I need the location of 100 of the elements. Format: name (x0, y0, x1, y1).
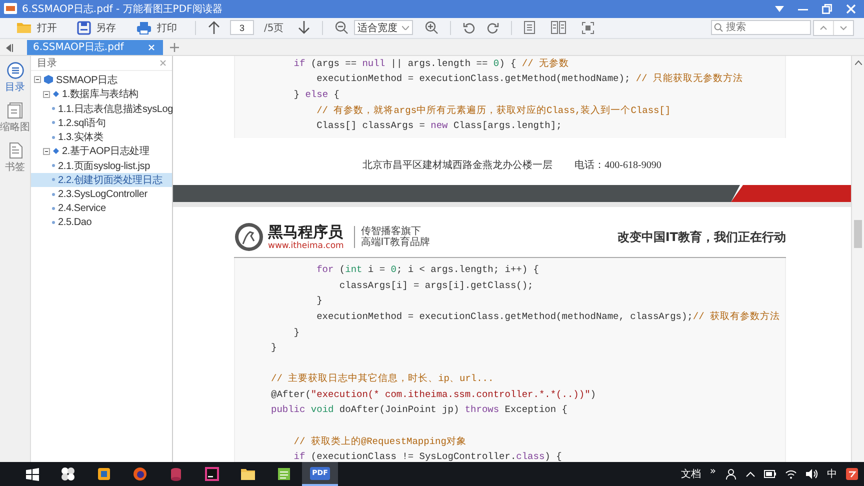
brand-name: 黑马程序员 (268, 224, 344, 241)
toc-heading[interactable]: SSMAOP日志 (34, 72, 118, 87)
toc-item[interactable]: 1.3.实体类 (52, 130, 104, 144)
fox-icon[interactable] (133, 467, 147, 481)
ide-icon[interactable] (205, 467, 219, 481)
app-logo-icon (4, 3, 17, 14)
collapse-panel-icon[interactable] (6, 44, 13, 52)
page-total: /5页 (264, 22, 284, 35)
footer-address: 北京市昌平区建材城西路金燕龙办公楼一层 (362, 158, 553, 172)
chevron-up-icon[interactable] (746, 471, 755, 477)
people-icon[interactable] (725, 468, 737, 480)
code-line: executionMethod = executionClass.getMethod(methodName, classArgs);// 获取有参数方法 (316, 310, 781, 324)
volume-icon[interactable] (806, 469, 818, 479)
database-icon[interactable] (169, 467, 183, 481)
zoom-in-icon[interactable] (424, 21, 438, 34)
tagline: 高端IT教育品牌 (360, 237, 430, 248)
toc-item[interactable]: 2.1.页面syslog-list.jsp (52, 158, 150, 173)
collapse-icon (34, 76, 41, 84)
bullet-icon (52, 192, 55, 196)
save-icon (77, 20, 91, 35)
code-line: // 获取类上的@RequestMapping对象 (292, 434, 468, 449)
battery-icon[interactable] (764, 470, 776, 478)
folder-icon[interactable] (241, 468, 255, 480)
zoom-select[interactable]: 适合宽度 (354, 20, 413, 36)
pinwheel-icon[interactable] (61, 467, 75, 481)
bullet-icon (52, 107, 55, 110)
footer-phone: 电话：400-618-9090 (574, 158, 662, 172)
collapse-icon (43, 148, 50, 155)
more-button[interactable]: » (710, 466, 716, 476)
brand-url: www.itheima.com (268, 240, 344, 251)
new-tab-icon[interactable] (170, 42, 179, 52)
close-tab-icon[interactable] (148, 44, 155, 51)
page-number-field[interactable]: 3 (230, 20, 254, 36)
bullet-icon (52, 207, 55, 210)
bullet-icon (52, 221, 55, 224)
collapse-icon (43, 90, 50, 98)
code-line: // 主要获取日志中其它信息，时长、ip、url... (271, 372, 495, 386)
toolbar-label[interactable]: 文档 (680, 467, 701, 481)
code-line: // 有参数，就将args中所有元素遍历，获取对应的Class,装入到一个Class[] (316, 104, 672, 118)
restore-icon[interactable] (822, 4, 832, 14)
code-line: executionMethod = executionClass.getMethod(methodName); // 只能获取无参数方法 (316, 72, 744, 86)
box-icon[interactable] (97, 467, 111, 481)
wifi-icon[interactable] (785, 469, 797, 479)
code-line: } (316, 294, 324, 308)
bullet-icon (52, 164, 55, 168)
scroll-thumb[interactable] (854, 220, 862, 248)
code-line: } (271, 341, 278, 356)
zoom-out-icon[interactable] (334, 21, 348, 34)
bullet-icon (52, 178, 55, 182)
code-line: classArgs[i] = args[i].getClass(); (338, 278, 534, 293)
up-arrow-icon[interactable] (208, 21, 220, 34)
notepad-icon[interactable] (277, 467, 291, 481)
rotate-left-icon[interactable] (462, 22, 475, 34)
diamond-icon (53, 148, 59, 154)
search-field[interactable]: 搜索 (711, 20, 811, 36)
search-icon (714, 23, 723, 32)
bullet-icon (52, 121, 55, 124)
code-line: } (292, 326, 301, 340)
code-line: Class[] classArgs = new Class[args.length]; (316, 119, 563, 134)
caret-icon (402, 26, 409, 30)
toc-item[interactable]: 1.2.sql语句 (52, 116, 106, 130)
slogan: 改变中国IT教育，我们正在行动 (617, 228, 786, 246)
code-line: if (args == null || args.length == 0) { // 无参数 (292, 56, 570, 71)
folder-icon (16, 21, 32, 34)
scroll-up-icon[interactable] (854, 60, 862, 65)
toc-heading[interactable]: 2.基于AOP日志处理 (43, 144, 150, 158)
toc-item[interactable]: 2.4.Service (52, 203, 106, 214)
save-button[interactable]: 另存 (75, 20, 118, 35)
code-line: if (executionClass != SysLogController.class) { (292, 450, 563, 462)
code-line: public void doAfter(JoinPoint jp) throws Exception { (271, 403, 568, 418)
single-page-icon[interactable] (524, 21, 535, 34)
thumbnails-icon (6, 102, 24, 119)
side-tab[interactable]: 缩略图 (0, 102, 30, 134)
bullet-icon (52, 136, 55, 139)
input-method-indicator[interactable]: 中 (827, 467, 837, 481)
print-button[interactable]: 打印 (134, 20, 179, 35)
tagline: 传智播客旗下 (360, 226, 421, 238)
toc-item[interactable]: 2.5.Dao (52, 217, 92, 228)
printer-icon (136, 20, 152, 35)
start-icon[interactable] (26, 468, 38, 480)
toc-item[interactable]: 2.3.SysLogController (52, 188, 148, 200)
fullscreen-icon[interactable] (582, 22, 594, 34)
window-title: 6.SSMAOP日志.pdf - 万能看图王PDF阅读器 (22, 2, 224, 16)
app-tray-icon[interactable] (846, 468, 858, 480)
side-tab[interactable]: 书签 (5, 142, 25, 174)
diamond-icon (53, 91, 59, 98)
code-line: for (int i = 0; i < args.length; i++) { (316, 263, 540, 278)
bookmark-page-icon (6, 142, 24, 159)
toc-heading[interactable]: 1.数据库与表结构 (43, 87, 139, 102)
toc-item[interactable]: 1.1.日志表信息描述sysLog (52, 102, 173, 116)
side-tab[interactable]: 目录 (5, 62, 25, 94)
down-arrow-icon[interactable] (298, 21, 310, 34)
two-page-icon[interactable] (550, 21, 566, 34)
open-button[interactable]: 打开 (14, 20, 59, 35)
code-line: @After("execution(* com.itheima.ssm.controller.*.*(..))") (271, 388, 597, 402)
dropdown-icon[interactable] (775, 6, 784, 12)
panel-title: 目录 (37, 56, 57, 70)
rotate-right-icon[interactable] (486, 22, 499, 34)
code-line: } else { (292, 88, 340, 102)
contents-icon (6, 62, 24, 79)
